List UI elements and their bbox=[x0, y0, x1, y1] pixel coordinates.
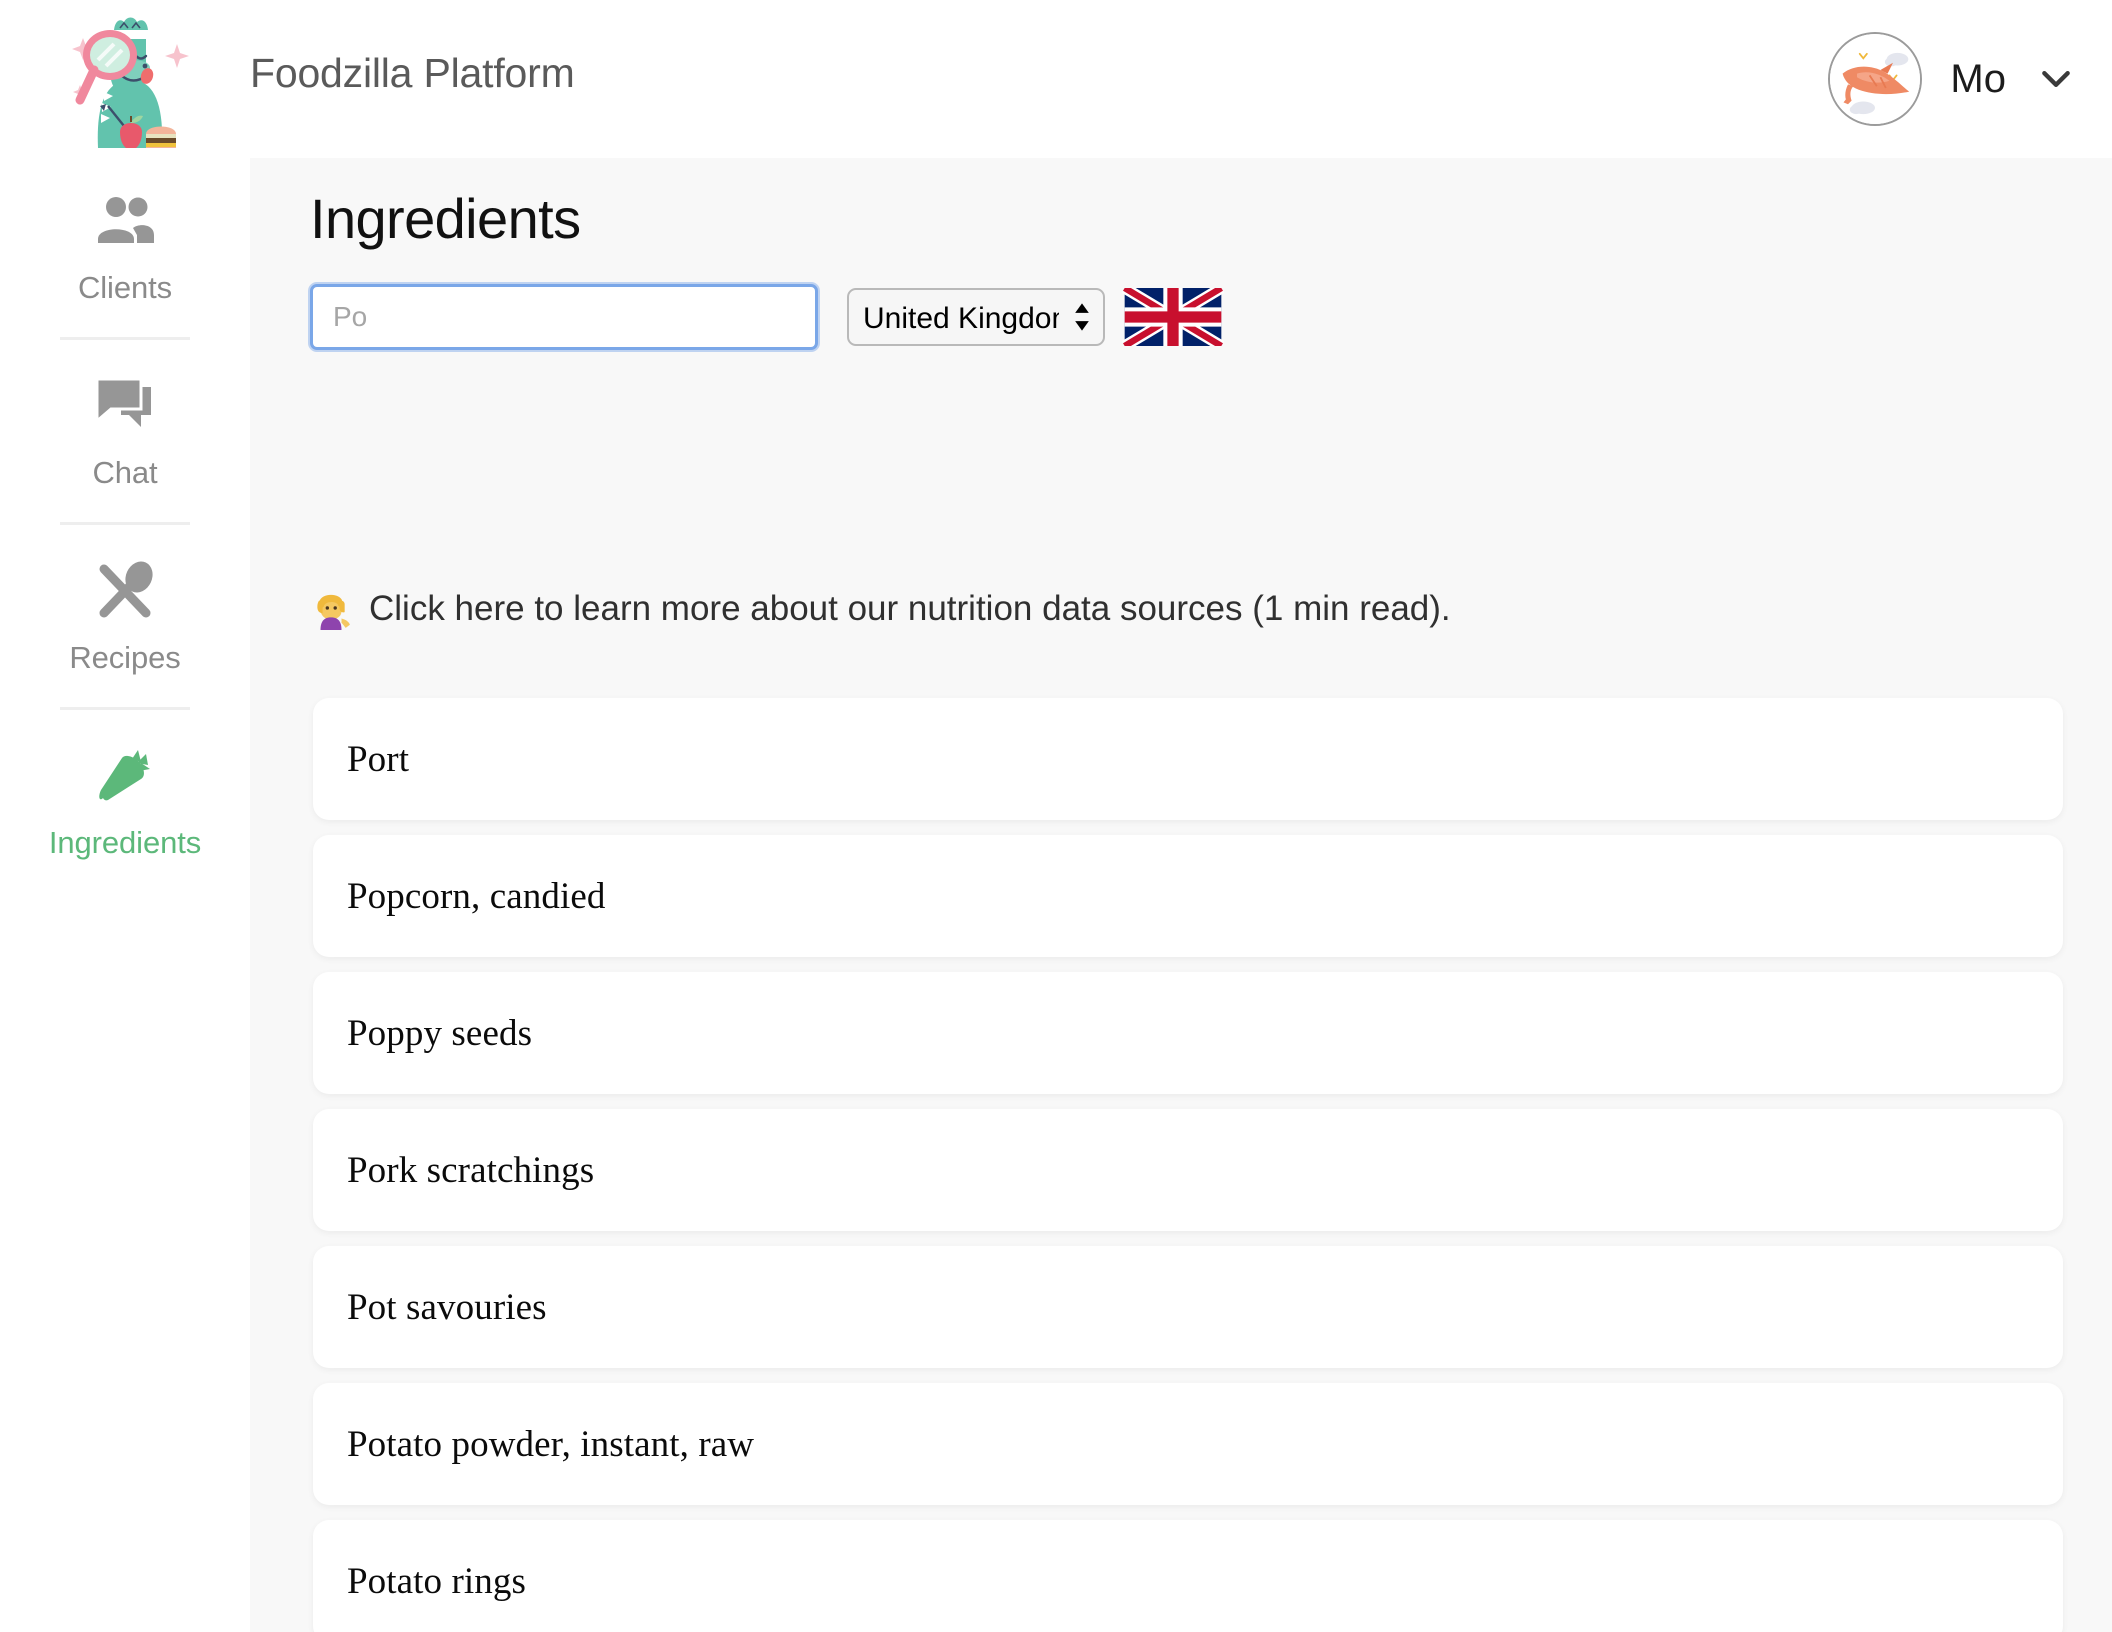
fork-and-spoon-icon bbox=[92, 560, 158, 620]
ingredient-list-item[interactable]: Pot savouries bbox=[313, 1246, 2063, 1368]
app-root: Foodzilla Platform Mo Clients Chat Recip… bbox=[0, 0, 2112, 1632]
ingredient-list-item[interactable]: Potato powder, instant, raw bbox=[313, 1383, 2063, 1505]
user-name: Mo bbox=[1950, 56, 2006, 101]
foodzilla-dinosaur-logo bbox=[72, 17, 189, 148]
chevron-down-icon[interactable] bbox=[2036, 59, 2076, 99]
ingredient-list-item[interactable]: Pork scratchings bbox=[313, 1109, 2063, 1231]
user-menu[interactable]: Mo bbox=[1828, 24, 2076, 134]
ingredient-name: Pork scratchings bbox=[347, 1149, 595, 1191]
chat-bubbles-icon bbox=[92, 375, 158, 435]
sidebar-item-label: Recipes bbox=[69, 640, 181, 675]
carrot-icon bbox=[92, 745, 158, 805]
ingredient-list-item[interactable]: Popcorn, candied bbox=[313, 835, 2063, 957]
united-kingdom-flag bbox=[1121, 288, 1225, 346]
ingredient-list-item[interactable]: Potato rings bbox=[313, 1520, 2063, 1632]
app-header: Foodzilla Platform Mo bbox=[0, 0, 2112, 158]
sidebar-item-clients[interactable]: Clients bbox=[0, 168, 250, 324]
ingredient-name: Potato powder, instant, raw bbox=[347, 1423, 755, 1465]
ingredient-name: Poppy seeds bbox=[347, 1012, 533, 1054]
pterodactyl-avatar bbox=[1830, 34, 1921, 124]
country-select-wrapper[interactable]: United Kingdom bbox=[818, 288, 1105, 346]
page-brand-title: Foodzilla Platform bbox=[250, 50, 575, 96]
country-select[interactable]: United Kingdom bbox=[847, 288, 1105, 346]
sidebar-divider bbox=[60, 337, 190, 340]
avatar bbox=[1828, 32, 1923, 126]
ingredient-name: Popcorn, candied bbox=[347, 875, 606, 917]
page-title: Ingredients bbox=[310, 187, 581, 250]
sidebar-item-ingredients[interactable]: Ingredients bbox=[0, 723, 250, 879]
sidebar-item-recipes[interactable]: Recipes bbox=[0, 538, 250, 694]
sidebar: Clients Chat Recipes Ingredients bbox=[0, 158, 250, 1632]
sidebar-item-chat[interactable]: Chat bbox=[0, 353, 250, 509]
sidebar-divider bbox=[60, 522, 190, 525]
sidebar-divider bbox=[60, 707, 190, 710]
main-content: Ingredients United Kingdom bbox=[250, 158, 2112, 1632]
people-icon bbox=[92, 190, 158, 250]
nutrition-data-sources-link[interactable]: Click here to learn more about our nutri… bbox=[310, 588, 1451, 630]
ingredient-name: Pot savouries bbox=[347, 1286, 547, 1328]
ingredient-list-item[interactable]: Poppy seeds bbox=[313, 972, 2063, 1094]
sidebar-item-label: Clients bbox=[77, 270, 173, 305]
ingredient-list: Port Popcorn, candied Poppy seeds Pork s… bbox=[313, 698, 2063, 1632]
ingredient-list-item[interactable]: Port bbox=[313, 698, 2063, 820]
ingredient-name: Potato rings bbox=[347, 1560, 527, 1602]
sidebar-item-label: Chat bbox=[92, 455, 158, 490]
sidebar-item-label: Ingredients bbox=[48, 825, 202, 860]
ingredient-name: Port bbox=[347, 738, 410, 780]
ingredient-controls: United Kingdom bbox=[308, 282, 1225, 352]
nutrition-data-sources-text: Click here to learn more about our nutri… bbox=[369, 589, 1451, 628]
person-tipping-hand-icon bbox=[317, 594, 350, 630]
search-input[interactable] bbox=[308, 282, 820, 352]
